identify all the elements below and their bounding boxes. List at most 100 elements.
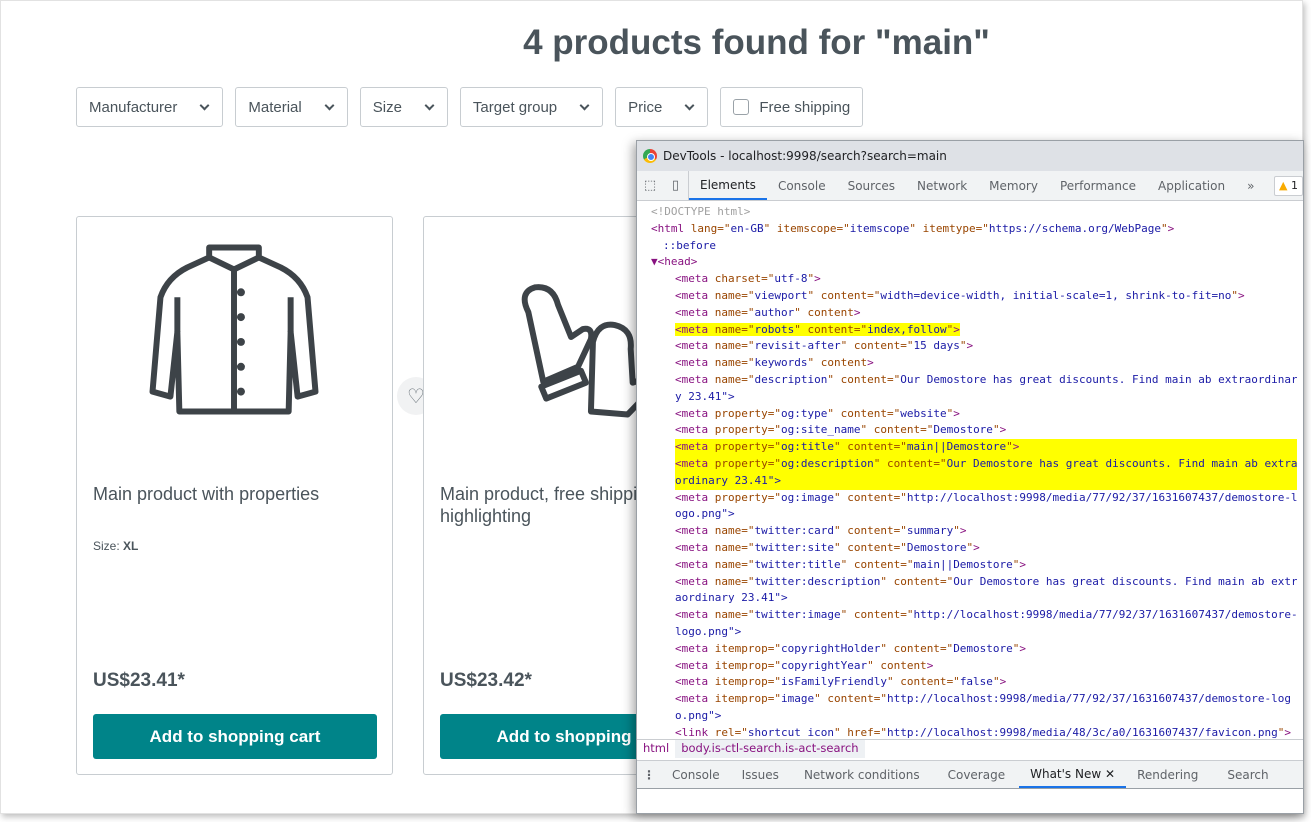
drawer-tab-console[interactable]: Console: [661, 761, 731, 788]
dom-node-line[interactable]: y 23.41">: [637, 389, 1297, 406]
dom-node-text: <meta name="twitter:image" content="http…: [675, 608, 1297, 622]
dom-node-text: <meta name="description" content="Our De…: [675, 372, 1297, 386]
tab-memory[interactable]: Memory: [978, 171, 1049, 200]
more-tabs-icon[interactable]: »: [1236, 171, 1265, 200]
dom-node-line[interactable]: ordinary 23.41">: [637, 472, 1297, 490]
dom-node-line[interactable]: <meta name="twitter:image" content="http…: [637, 607, 1297, 624]
dom-node-line[interactable]: <!DOCTYPE html>: [637, 204, 1297, 221]
tab-sources[interactable]: Sources: [837, 171, 906, 200]
dom-node-line[interactable]: <link rel="shortcut icon" href="http://l…: [637, 725, 1297, 739]
tab-application[interactable]: Application: [1147, 171, 1236, 200]
dom-node-text: <meta itemprop="image" content="http://l…: [675, 692, 1291, 706]
filter-price[interactable]: Price: [615, 87, 709, 127]
dom-node-line[interactable]: <meta name="viewport" content="width=dev…: [637, 288, 1297, 305]
drawer-tab-issues[interactable]: Issues: [731, 761, 790, 788]
dom-node-text: <meta name="twitter:title" content="main…: [675, 557, 1027, 571]
devtools-window: DevTools - localhost:9998/search?search=…: [636, 140, 1304, 814]
dom-node-line[interactable]: ::before: [637, 238, 1297, 255]
dom-node-line[interactable]: <meta name="twitter:description" content…: [637, 574, 1297, 591]
property-value: XL: [123, 539, 139, 553]
dom-node-line[interactable]: <meta name="author" content>: [637, 305, 1297, 322]
dom-node-line[interactable]: <html lang="en-GB" itemscope="itemscope"…: [637, 221, 1297, 238]
dom-node-line[interactable]: <meta property="og:site_name" content="D…: [637, 422, 1297, 439]
dom-node-text: <meta property="og:type" content="websit…: [675, 406, 960, 420]
more-options-icon[interactable]: ⋮: [637, 761, 661, 788]
dom-node-line[interactable]: <meta property="og:type" content="websit…: [637, 406, 1297, 423]
dom-node-text: <meta property="og:image" content="http:…: [675, 490, 1297, 504]
breadcrumb-item[interactable]: body.is-ctl-search.is-act-search: [675, 740, 865, 758]
dom-node-text: <meta name="twitter:site" content="Demos…: [675, 540, 980, 554]
device-toolbar-icon[interactable]: ▯: [663, 171, 689, 200]
dom-node-text: <meta name="keywords" content>: [675, 356, 874, 370]
dom-node-text: <meta name="viewport" content="width=dev…: [675, 288, 1245, 302]
dom-node-text: <meta name="robots" content="index,follo…: [675, 322, 960, 336]
filter-manufacturer[interactable]: Manufacturer: [76, 87, 224, 127]
dom-node-line[interactable]: <meta name="description" content="Our De…: [637, 372, 1297, 389]
page-title: 4 products found for "main": [523, 23, 990, 62]
filter-label: Size: [372, 98, 402, 116]
product-title[interactable]: Main product with properties: [93, 483, 383, 505]
filter-label: Price: [628, 98, 663, 116]
dom-node-line[interactable]: <meta itemprop="copyrightYear" content>: [637, 658, 1297, 675]
filter-material[interactable]: Material: [235, 87, 348, 127]
warning-icon: ▲: [1279, 179, 1288, 192]
drawer-tab-coverage[interactable]: Coverage: [934, 761, 1020, 788]
warning-count: 1: [1291, 179, 1298, 192]
window-title: DevTools - localhost:9998/search?search=…: [663, 149, 947, 163]
chevron-down-icon: [684, 100, 695, 110]
product-card: ♡ Main product with properties Size: XL …: [76, 216, 435, 775]
dom-node-line[interactable]: <meta property="og:title" content="main|…: [637, 439, 1297, 456]
property-label: Size:: [93, 539, 120, 553]
dom-node-text: <meta name="author" content>: [675, 305, 861, 319]
dom-node-line[interactable]: <meta property="og:description" content=…: [637, 455, 1297, 473]
chevron-down-icon: [579, 100, 590, 110]
tab-network[interactable]: Network: [906, 171, 978, 200]
dom-node-line[interactable]: <meta itemprop="image" content="http://l…: [637, 691, 1297, 708]
jacket-icon: [149, 244, 319, 415]
dom-node-line[interactable]: <meta property="og:image" content="http:…: [637, 490, 1297, 507]
dom-node-line[interactable]: <meta itemprop="isFamilyFriendly" conten…: [637, 674, 1297, 691]
dom-node-line[interactable]: logo.png">: [637, 624, 1297, 641]
dom-node-text: <meta charset="utf-8">: [675, 272, 821, 286]
dom-node-line[interactable]: <meta name="twitter:site" content="Demos…: [637, 540, 1297, 557]
dom-node-line[interactable]: <meta name="revisit-after" content="15 d…: [637, 338, 1297, 355]
product-property: Size: XL: [93, 539, 138, 553]
warnings-badge[interactable]: ▲ 1: [1274, 175, 1303, 196]
dom-node-text: <meta name="twitter:card" content="summa…: [675, 524, 967, 538]
devtools-title-bar: DevTools - localhost:9998/search?search=…: [637, 141, 1303, 171]
filter-label: Manufacturer: [89, 98, 178, 116]
drawer-tab-network-conditions[interactable]: Network conditions: [790, 761, 934, 788]
drawer-tab-whats-new[interactable]: What's New ✕: [1019, 761, 1127, 788]
dom-node-line[interactable]: <meta name="twitter:title" content="main…: [637, 557, 1297, 574]
dom-node-line[interactable]: <meta name="keywords" content>: [637, 355, 1297, 372]
filter-size[interactable]: Size: [359, 87, 448, 127]
dom-node-line[interactable]: <meta charset="utf-8">: [637, 271, 1297, 288]
dom-node-line[interactable]: <meta name="robots" content="index,follo…: [637, 322, 1297, 339]
tab-performance[interactable]: Performance: [1049, 171, 1147, 200]
filter-target-group[interactable]: Target group: [459, 87, 604, 127]
dom-node-line[interactable]: o.png">: [637, 708, 1297, 725]
dom-node-line[interactable]: aordinary 23.41">: [637, 590, 1297, 607]
dom-node-line[interactable]: <meta name="twitter:card" content="summa…: [637, 523, 1297, 540]
dom-node-text: o.png">: [675, 708, 722, 722]
dom-node-text: <meta property="og:title" content="main|…: [675, 439, 1297, 456]
drawer-tab-rendering[interactable]: Rendering: [1126, 761, 1209, 788]
chevron-down-icon: [424, 100, 435, 110]
dom-node-line[interactable]: ▼<head>: [637, 254, 1297, 271]
drawer-tab-search[interactable]: Search: [1209, 761, 1286, 788]
filter-label: Target group: [472, 98, 558, 116]
free-shipping-checkbox[interactable]: [733, 99, 750, 115]
close-icon[interactable]: ✕: [1105, 767, 1115, 781]
dom-node-line[interactable]: ogo.png">: [637, 506, 1297, 523]
add-to-cart-button[interactable]: Add to shopping cart: [93, 714, 377, 759]
dom-node-line[interactable]: <meta itemprop="copyrightHolder" content…: [637, 641, 1297, 658]
breadcrumb-item[interactable]: html: [637, 740, 675, 758]
tab-console[interactable]: Console: [767, 171, 837, 200]
tab-elements[interactable]: Elements: [689, 171, 767, 200]
devtools-tab-bar: ⬚ ▯ Elements Console Sources Network Mem…: [637, 171, 1303, 201]
dom-node-text: logo.png">: [675, 624, 742, 638]
filter-free-shipping[interactable]: Free shipping: [720, 87, 864, 127]
elements-tree[interactable]: <!DOCTYPE html> <html lang="en-GB" itemsc…: [637, 202, 1297, 739]
dom-node-text: <html lang="en-GB" itemscope="itemscope"…: [651, 221, 1175, 235]
inspect-element-icon[interactable]: ⬚: [637, 171, 663, 200]
